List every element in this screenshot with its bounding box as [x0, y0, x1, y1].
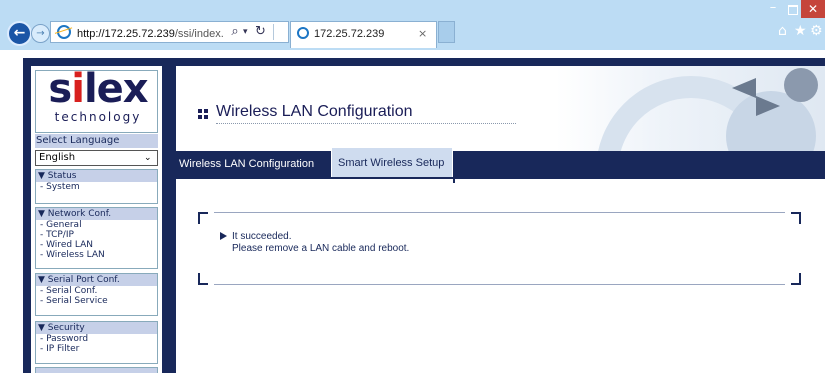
- menu-item-general[interactable]: - General: [36, 220, 157, 230]
- menu-item-ip-filter[interactable]: - IP Filter: [36, 344, 157, 354]
- frame-divider: [162, 58, 176, 373]
- menu-section-title[interactable]: ▼ Serial Port Conf.: [36, 274, 157, 286]
- gear-icon[interactable]: ⚙: [810, 23, 824, 39]
- title-grid-icon: [198, 109, 208, 119]
- header-decoration: [556, 66, 825, 151]
- decor-arrow-right-icon: [756, 96, 780, 116]
- favorites-star-icon[interactable]: ★: [794, 23, 808, 39]
- forward-button[interactable]: →: [31, 24, 50, 43]
- decor-arrow-left-icon: [732, 78, 756, 98]
- menu-section-title[interactable]: ▼ Security: [36, 322, 157, 334]
- content-tab-bar: Wireless LAN Configuration Smart Wireles…: [176, 147, 825, 178]
- silex-logo: silex technology: [35, 66, 158, 133]
- dropdown-icon[interactable]: ▾: [243, 25, 253, 39]
- menu-item-serial-service[interactable]: - Serial Service: [36, 296, 157, 306]
- menu-item-system[interactable]: - System: [36, 182, 157, 192]
- menu-item-serial-conf[interactable]: - Serial Conf.: [36, 286, 157, 296]
- menu-section-title[interactable]: ▼ Status: [36, 170, 157, 182]
- ie-icon: [297, 27, 309, 39]
- menu-section-network: ▼ Network Conf. - General - TCP/IP - Wir…: [35, 207, 158, 269]
- tab-smart-wireless-setup[interactable]: Smart Wireless Setup: [331, 147, 453, 178]
- ie-icon: [57, 25, 71, 39]
- menu-section-status: ▼ Status - System: [35, 169, 158, 204]
- menu-section-serial: ▼ Serial Port Conf. - Serial Conf. - Ser…: [35, 273, 158, 316]
- message-box-rule: [214, 284, 785, 285]
- message-box-rule: [214, 212, 785, 213]
- home-icon[interactable]: ⌂: [778, 23, 792, 39]
- menu-section-title[interactable]: [36, 368, 157, 373]
- decor-knob: [784, 68, 818, 102]
- main-content: Wireless LAN Configuration Wireless LAN …: [176, 66, 825, 373]
- bracket-corner: [791, 212, 801, 224]
- minimize-button[interactable]: –: [763, 1, 783, 16]
- tab-wireless-lan-configuration[interactable]: Wireless LAN Configuration: [178, 151, 330, 178]
- address-divider: [273, 24, 274, 40]
- result-message-box: It succeeded. Please remove a LAN cable …: [198, 212, 801, 285]
- logo-wordmark: silex: [48, 66, 148, 112]
- close-window-button[interactable]: ✕: [801, 0, 825, 18]
- search-icon[interactable]: ⌕: [228, 24, 242, 40]
- triangle-right-icon: [220, 232, 227, 240]
- maximize-button[interactable]: [783, 2, 803, 16]
- menu-section-title[interactable]: ▼ Network Conf.: [36, 208, 157, 220]
- back-button[interactable]: ←: [7, 21, 32, 46]
- bracket-corner: [198, 273, 208, 285]
- new-tab-button[interactable]: [438, 21, 455, 43]
- frame-border-left: [23, 58, 31, 373]
- language-label: Select Language: [35, 134, 158, 148]
- refresh-icon[interactable]: ↻: [255, 24, 269, 40]
- tab-underline: [176, 177, 825, 179]
- menu-item-wired-lan[interactable]: - Wired LAN: [36, 240, 157, 250]
- back-icon: ←: [13, 25, 26, 41]
- forward-icon: →: [36, 28, 45, 39]
- tab-underline-tick: [453, 179, 455, 183]
- language-selected: English: [39, 152, 76, 163]
- browser-chrome: – ✕ ← → http://172.25.72.239/ssi/index.h…: [0, 0, 825, 50]
- menu-section-security: ▼ Security - Password - IP Filter: [35, 321, 158, 364]
- logo-subtitle: technology: [54, 110, 142, 124]
- browser-tab[interactable]: 172.25.72.239 ×: [290, 21, 437, 48]
- bracket-corner: [791, 273, 801, 285]
- page-title: Wireless LAN Configuration: [216, 102, 516, 124]
- menu-section-next: [35, 367, 158, 373]
- page-frame: silex technology Select Language English…: [0, 50, 825, 373]
- tab-close-icon[interactable]: ×: [418, 27, 430, 40]
- address-url[interactable]: http://172.25.72.239/ssi/index.htm?pa;: [77, 27, 224, 41]
- menu-item-wireless-lan[interactable]: - Wireless LAN: [36, 250, 157, 260]
- tab-title: 172.25.72.239: [314, 28, 385, 40]
- frame-border-top: [23, 58, 825, 66]
- message-line-instruction: Please remove a LAN cable and reboot.: [232, 243, 410, 254]
- bracket-corner: [198, 212, 208, 224]
- language-select[interactable]: English ⌄: [35, 150, 158, 166]
- menu-item-tcpip[interactable]: - TCP/IP: [36, 230, 157, 240]
- address-bar[interactable]: http://172.25.72.239/ssi/index.htm?pa; ⌕…: [50, 21, 289, 43]
- chevron-down-icon: ⌄: [144, 153, 152, 163]
- side-menu: silex technology Select Language English…: [31, 66, 162, 373]
- menu-item-password[interactable]: - Password: [36, 334, 157, 344]
